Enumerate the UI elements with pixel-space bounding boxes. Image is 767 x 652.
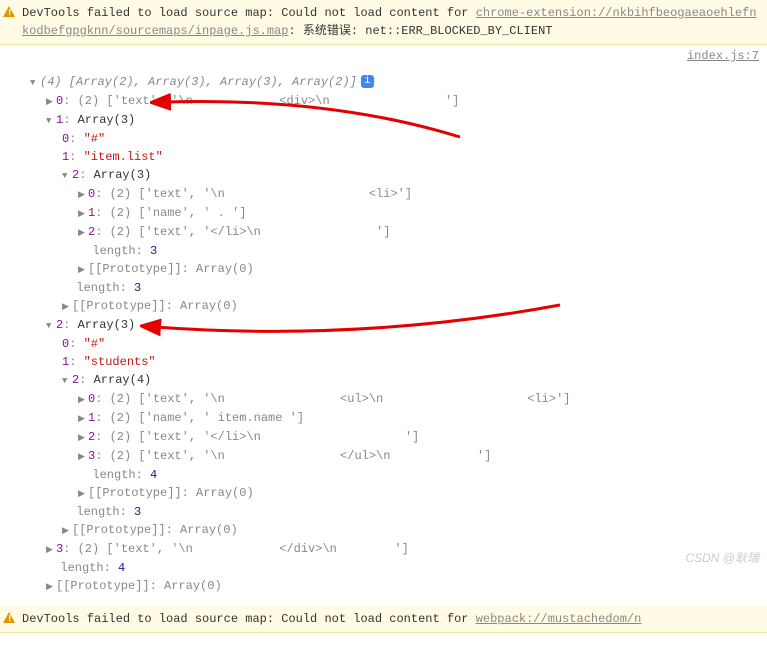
- tree-kv[interactable]: 1: "item.list": [18, 148, 767, 166]
- console-tree: (4) [Array(2), Array(3), Array(3), Array…: [0, 67, 767, 606]
- chevron-right-icon[interactable]: [78, 185, 88, 204]
- tree-kv[interactable]: 0: "#": [18, 130, 767, 148]
- chevron-right-icon[interactable]: [78, 447, 88, 466]
- chevron-right-icon[interactable]: [46, 577, 56, 596]
- tree-node-1-2[interactable]: 2: Array(3): [18, 166, 767, 185]
- tree-proto[interactable]: [[Prototype]]: Array(0): [18, 297, 767, 316]
- warning-text: DevTools failed to load source map: Coul…: [22, 612, 476, 626]
- tree-length: length: 3: [18, 279, 767, 297]
- chevron-right-icon[interactable]: [78, 223, 88, 242]
- tree-row[interactable]: 0: (2) ['text', '\n <li>']: [18, 185, 767, 204]
- chevron-right-icon[interactable]: [46, 92, 56, 111]
- tree-row[interactable]: 2: (2) ['text', '</li>\n ']: [18, 428, 767, 447]
- chevron-right-icon[interactable]: [78, 390, 88, 409]
- chevron-down-icon[interactable]: [30, 73, 40, 92]
- warning-icon: [3, 5, 15, 23]
- tree-length: length: 3: [18, 242, 767, 260]
- tree-row[interactable]: 2: (2) ['text', '</li>\n ']: [18, 223, 767, 242]
- warning-banner-top: DevTools failed to load source map: Coul…: [0, 0, 767, 45]
- warning-banner-bottom: DevTools failed to load source map: Coul…: [0, 606, 767, 633]
- chevron-down-icon[interactable]: [46, 316, 56, 335]
- tree-kv[interactable]: 0: "#": [18, 335, 767, 353]
- chevron-down-icon[interactable]: [62, 166, 72, 185]
- tree-length: length: 4: [18, 559, 767, 577]
- chevron-down-icon[interactable]: [46, 111, 56, 130]
- tree-node-2[interactable]: 2: Array(3): [18, 316, 767, 335]
- tree-node-0[interactable]: 0: (2) ['text', '\n <div>\n ']: [18, 92, 767, 111]
- chevron-right-icon[interactable]: [46, 540, 56, 559]
- tree-length: length: 4: [18, 466, 767, 484]
- tree-length: length: 3: [18, 503, 767, 521]
- chevron-right-icon[interactable]: [78, 484, 88, 503]
- tree-root[interactable]: (4) [Array(2), Array(3), Array(3), Array…: [18, 73, 767, 92]
- chevron-right-icon[interactable]: [78, 204, 88, 223]
- chevron-right-icon[interactable]: [78, 428, 88, 447]
- chevron-down-icon[interactable]: [62, 371, 72, 390]
- tree-row[interactable]: 3: (2) ['text', '\n </ul>\n ']: [18, 447, 767, 466]
- tree-proto[interactable]: [[Prototype]]: Array(0): [18, 484, 767, 503]
- tree-row[interactable]: 1: (2) ['name', ' item.name ']: [18, 409, 767, 428]
- warning-icon: [3, 611, 15, 629]
- tree-proto[interactable]: [[Prototype]]: Array(0): [18, 521, 767, 540]
- tree-kv[interactable]: 1: "students": [18, 353, 767, 371]
- tree-row[interactable]: 0: (2) ['text', '\n <ul>\n <li>']: [18, 390, 767, 409]
- warning-url[interactable]: webpack://mustachedom/n: [476, 612, 642, 626]
- tree-node-2-2[interactable]: 2: Array(4): [18, 371, 767, 390]
- tree-proto[interactable]: [[Prototype]]: Array(0): [18, 577, 767, 596]
- source-link[interactable]: index.js:7: [687, 49, 759, 63]
- tree-node-1[interactable]: 1: Array(3): [18, 111, 767, 130]
- tree-proto[interactable]: [[Prototype]]: Array(0): [18, 260, 767, 279]
- tree-row[interactable]: 1: (2) ['name', ' . ']: [18, 204, 767, 223]
- chevron-right-icon[interactable]: [78, 409, 88, 428]
- tree-node-3[interactable]: 3: (2) ['text', '\n </div>\n ']: [18, 540, 767, 559]
- watermark: CSDN @耿瑞: [685, 549, 759, 566]
- chevron-right-icon[interactable]: [62, 521, 72, 540]
- info-icon[interactable]: i: [361, 75, 374, 88]
- warning-text: DevTools failed to load source map: Coul…: [22, 6, 476, 20]
- chevron-right-icon[interactable]: [62, 297, 72, 316]
- chevron-right-icon[interactable]: [78, 260, 88, 279]
